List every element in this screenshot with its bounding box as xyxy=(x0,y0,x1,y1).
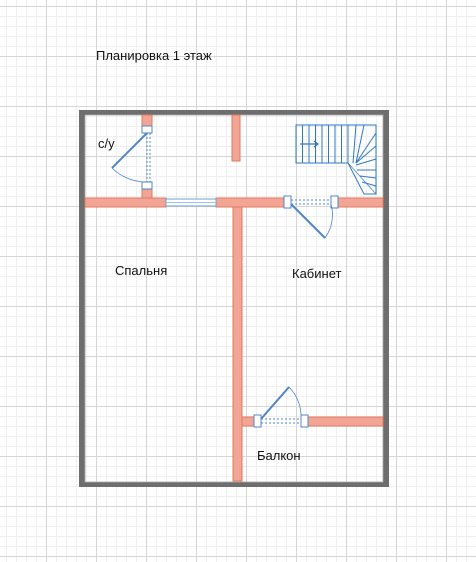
inner-walls xyxy=(84,114,384,482)
office-door xyxy=(283,195,339,239)
bathroom-door xyxy=(111,125,153,190)
floor-plan: Планировка 1 этаж с/у Спальня Кабинет Ба… xyxy=(79,48,389,487)
room-label-bathroom: с/у xyxy=(98,136,115,151)
plan-title: Планировка 1 этаж xyxy=(96,48,212,63)
room-label-bedroom: Спальня xyxy=(115,263,167,278)
balcony-door xyxy=(253,386,309,428)
window-opening xyxy=(165,198,217,207)
room-label-office: Кабинет xyxy=(292,266,341,281)
room-label-balcony: Балкон xyxy=(257,448,301,463)
staircase xyxy=(295,124,377,195)
